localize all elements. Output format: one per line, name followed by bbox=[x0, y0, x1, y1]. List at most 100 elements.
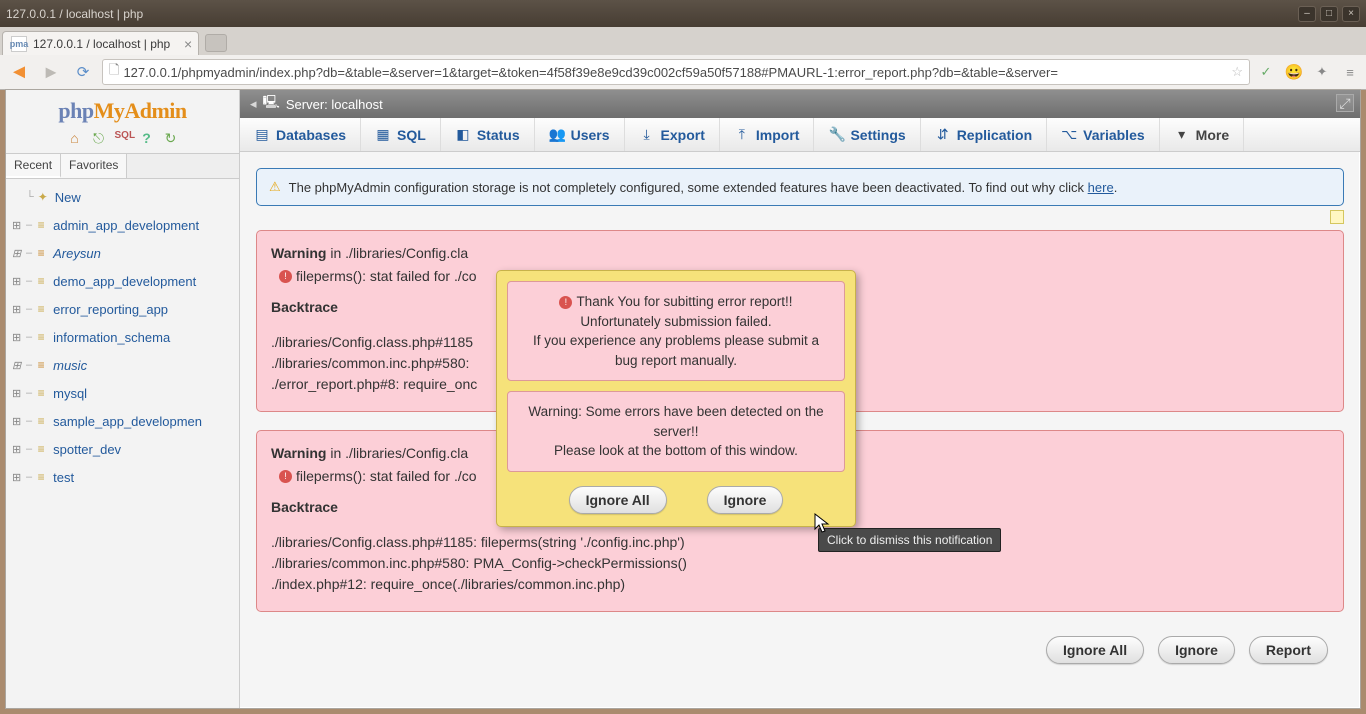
new-db-icon: ✦ bbox=[35, 189, 51, 205]
db-icon: ≡ bbox=[33, 245, 49, 261]
tree-item[interactable]: ⊞–≡admin_app_development bbox=[8, 211, 237, 239]
back-button[interactable]: ◄ bbox=[6, 59, 32, 85]
os-titlebar: 127.0.0.1 / localhost | php – □ × bbox=[0, 0, 1366, 27]
nav-settings[interactable]: 🔧Settings bbox=[814, 118, 920, 151]
tree-item[interactable]: ⊞–≡mysql bbox=[8, 379, 237, 407]
sql-tab-icon: ▦ bbox=[375, 126, 391, 143]
error-icon: ! bbox=[279, 270, 292, 283]
db-icon: ≡ bbox=[33, 357, 49, 373]
address-bar[interactable]: 🗋 127.0.0.1/phpmyadmin/index.php?db=&tab… bbox=[102, 59, 1250, 85]
logout-icon[interactable]: ⎋ bbox=[91, 130, 107, 147]
page-related-icon[interactable] bbox=[1330, 210, 1344, 224]
help-icon[interactable]: ? bbox=[139, 130, 155, 147]
modal-message-1: !Thank You for subitting error report!! … bbox=[507, 281, 845, 381]
expand-icon[interactable]: ⊞ bbox=[12, 331, 24, 344]
nav-status[interactable]: ◧Status bbox=[441, 118, 535, 151]
pma-logo[interactable]: phpMyAdmin bbox=[6, 90, 239, 128]
tree-item[interactable]: ⊞–≡sample_app_developmen bbox=[8, 407, 237, 435]
report-button[interactable]: Report bbox=[1249, 636, 1328, 664]
variables-icon: ⌥ bbox=[1061, 126, 1077, 143]
modal-ignore-button[interactable]: Ignore bbox=[707, 486, 784, 514]
forward-button[interactable]: ► bbox=[38, 59, 64, 85]
sidebar-quick-icons: ⌂ ⎋ SQL ? ↻ bbox=[6, 128, 239, 153]
maximize-button[interactable]: □ bbox=[1320, 6, 1338, 22]
server-breadcrumb: ◂ 🖳 Server: localhost ⤢ bbox=[240, 90, 1360, 118]
home-icon[interactable]: ⌂ bbox=[67, 130, 83, 147]
databases-icon: ▤ bbox=[254, 126, 270, 143]
expand-icon[interactable]: ⊞ bbox=[12, 443, 24, 456]
modal-ignore-all-button[interactable]: Ignore All bbox=[569, 486, 667, 514]
reload-nav-icon[interactable]: ↻ bbox=[163, 130, 179, 147]
browser-tab[interactable]: pma 127.0.0.1 / localhost | php × bbox=[2, 31, 199, 55]
nav-replication[interactable]: ⇵Replication bbox=[921, 118, 1047, 151]
tree-item[interactable]: ⊞–≡spotter_dev bbox=[8, 435, 237, 463]
tree-item[interactable]: ⊞–≡Areysun bbox=[8, 239, 237, 267]
notice-here-link[interactable]: here bbox=[1088, 180, 1114, 195]
expand-icon[interactable]: ⊞ bbox=[12, 471, 24, 484]
server-label[interactable]: Server: localhost bbox=[286, 97, 383, 112]
server-left-arrow[interactable]: ◂ bbox=[250, 96, 257, 112]
expand-icon[interactable]: ⊞ bbox=[12, 247, 24, 260]
db-icon: ≡ bbox=[33, 301, 49, 317]
ignore-button[interactable]: Ignore bbox=[1158, 636, 1235, 664]
nav-export[interactable]: ⤓Export bbox=[625, 118, 720, 151]
db-icon: ≡ bbox=[33, 441, 49, 457]
top-nav: ▤Databases ▦SQL ◧Status 👥Users ⤓Export ⤒… bbox=[240, 118, 1360, 152]
tab-favorites[interactable]: Favorites bbox=[61, 154, 127, 178]
footer-buttons: Ignore All Ignore Report bbox=[256, 630, 1344, 664]
puzzle-ext-icon[interactable]: ✦ bbox=[1312, 64, 1332, 80]
tab-recent[interactable]: Recent bbox=[6, 154, 61, 178]
notice-text: The phpMyAdmin configuration storage is … bbox=[289, 180, 1118, 195]
close-button[interactable]: × bbox=[1342, 6, 1360, 22]
os-title: 127.0.0.1 / localhost | php bbox=[6, 7, 143, 21]
smiley-ext-icon[interactable]: 😀 bbox=[1284, 63, 1304, 81]
nav-more[interactable]: ▾More bbox=[1160, 118, 1244, 151]
extension-icons: ✓ 😀 ✦ ≡ bbox=[1256, 63, 1360, 81]
abc-ext-icon[interactable]: ✓ bbox=[1256, 64, 1276, 80]
nav-sql[interactable]: ▦SQL bbox=[361, 118, 441, 151]
expand-icon[interactable]: ⊞ bbox=[12, 275, 24, 288]
db-icon: ≡ bbox=[33, 217, 49, 233]
tree-item[interactable]: ⊞–≡demo_app_development bbox=[8, 267, 237, 295]
expand-icon[interactable]: ⊞ bbox=[12, 415, 24, 428]
tab-strip: pma 127.0.0.1 / localhost | php × bbox=[0, 27, 1366, 55]
backtrace-text: ./libraries/Config.class.php#1185: filep… bbox=[271, 532, 1329, 595]
error-icon: ! bbox=[279, 470, 292, 483]
tab-title: 127.0.0.1 / localhost | php bbox=[33, 37, 170, 51]
expand-icon[interactable]: ⊞ bbox=[12, 387, 24, 400]
sidebar: phpMyAdmin ⌂ ⎋ SQL ? ↻ Recent Favorites … bbox=[6, 90, 240, 708]
collapse-icon[interactable]: ⤢ bbox=[1336, 94, 1354, 112]
new-tab-button[interactable] bbox=[205, 34, 227, 52]
tab-close-icon[interactable]: × bbox=[184, 36, 192, 52]
db-tree: └ ✦ New ⊞–≡admin_app_development ⊞–≡Arey… bbox=[6, 179, 239, 495]
nav-databases[interactable]: ▤Databases bbox=[240, 118, 361, 151]
window-controls: – □ × bbox=[1298, 6, 1360, 22]
nav-import[interactable]: ⤒Import bbox=[720, 118, 815, 151]
import-icon: ⤒ bbox=[734, 126, 750, 143]
expand-icon[interactable]: ⊞ bbox=[12, 303, 24, 316]
server-icon: 🖳 bbox=[263, 93, 280, 115]
sql-icon[interactable]: SQL bbox=[115, 130, 131, 147]
config-storage-notice: ⚠ The phpMyAdmin configuration storage i… bbox=[256, 168, 1344, 206]
nav-variables[interactable]: ⌥Variables bbox=[1047, 118, 1160, 151]
tree-new[interactable]: └ ✦ New bbox=[8, 183, 237, 211]
tree-item[interactable]: ⊞–≡information_schema bbox=[8, 323, 237, 351]
status-icon: ◧ bbox=[455, 126, 471, 143]
bookmark-icon[interactable]: ☆ bbox=[1231, 64, 1243, 80]
nav-users[interactable]: 👥Users bbox=[535, 118, 625, 151]
export-icon: ⤓ bbox=[639, 126, 655, 143]
db-icon: ≡ bbox=[33, 273, 49, 289]
minimize-button[interactable]: – bbox=[1298, 6, 1316, 22]
menu-icon[interactable]: ≡ bbox=[1340, 65, 1360, 80]
tree-item[interactable]: ⊞–≡error_reporting_app bbox=[8, 295, 237, 323]
expand-icon[interactable]: ⊞ bbox=[12, 219, 24, 232]
tree-item[interactable]: ⊞–≡test bbox=[8, 463, 237, 491]
ignore-all-button[interactable]: Ignore All bbox=[1046, 636, 1144, 664]
modal-message-2: Warning: Some errors have been detected … bbox=[507, 391, 845, 472]
expand-icon[interactable]: ⊞ bbox=[12, 359, 24, 372]
db-icon: ≡ bbox=[33, 329, 49, 345]
replication-icon: ⇵ bbox=[935, 126, 951, 143]
tree-item[interactable]: ⊞–≡music bbox=[8, 351, 237, 379]
sidebar-tabs: Recent Favorites bbox=[6, 153, 239, 179]
reload-button[interactable]: ⟳ bbox=[70, 59, 96, 85]
